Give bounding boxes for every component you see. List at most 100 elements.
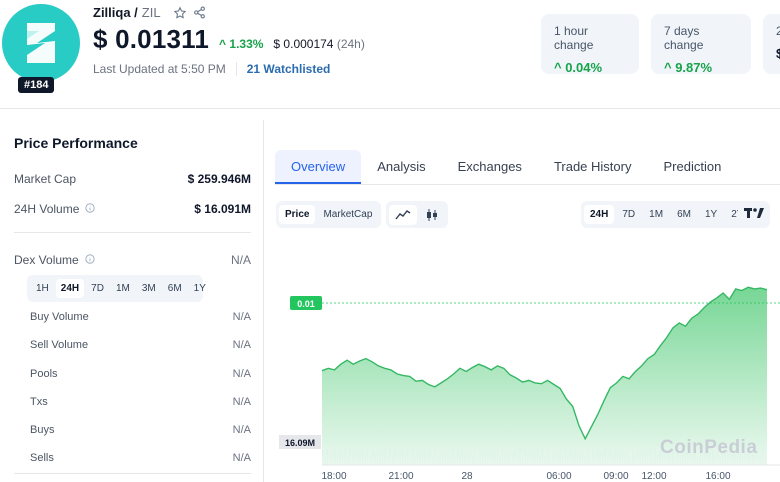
period-24h[interactable]: 24H	[55, 279, 85, 298]
rank-badge: #184	[18, 77, 55, 93]
mode-price[interactable]: Price	[279, 205, 316, 224]
last-updated: Last Updated at 5:50 PM	[93, 62, 226, 76]
row-value: N/A	[232, 396, 251, 408]
share-icon[interactable]	[193, 6, 206, 19]
sells-row: Sells N/A	[30, 452, 251, 464]
row-label: Buys	[30, 424, 55, 436]
dex-volume-label: Dex Volume	[14, 253, 79, 267]
price-performance-panel: Price Performance Market Cap $ 259.946M …	[0, 109, 263, 482]
period-1h[interactable]: 1H	[31, 279, 54, 298]
btc-price-period: (24h)	[336, 37, 365, 51]
pools-row: Pools N/A	[30, 368, 251, 380]
btc-price: $ 0.000174 (24h)	[273, 37, 364, 51]
chart-mode-toggle: Price MarketCap	[276, 201, 382, 228]
range-24h[interactable]: 24H	[584, 205, 615, 224]
price-performance-title: Price Performance	[14, 135, 138, 151]
x-tick-label: 09:00	[603, 471, 628, 482]
row-label: Sell Volume	[30, 339, 89, 351]
info-icon[interactable]	[85, 202, 95, 216]
buy-volume-row: Buy Volume N/A	[30, 311, 251, 323]
zilliqa-logo-icon	[2, 4, 80, 82]
range-6m[interactable]: 6M	[671, 205, 697, 224]
change-card-value: ^ 9.87%	[664, 60, 713, 75]
line-chart-icon[interactable]	[389, 204, 417, 225]
row-label: Sells	[30, 452, 54, 464]
update-info: Last Updated at 5:50 PM 21 Watchlisted	[93, 62, 330, 76]
change-card-value: $	[776, 46, 780, 61]
candlestick-icon[interactable]	[419, 204, 445, 226]
tradingview-button[interactable]	[738, 201, 770, 228]
row-label: Buy Volume	[30, 311, 89, 323]
info-icon[interactable]	[85, 253, 95, 267]
dex-period-selector: 1H 24H 7D 1M 3M 6M 1Y	[27, 275, 206, 302]
coin-tabs: Overview Analysis Exchanges Trade Histor…	[275, 150, 780, 185]
star-icon[interactable]	[173, 6, 187, 20]
watchlisted-count[interactable]: 21 Watchlisted	[247, 62, 331, 76]
row-value: N/A	[232, 368, 251, 380]
panel-divider	[263, 120, 264, 482]
volume-24h-row: 24H Volume $ 16.091M	[14, 202, 251, 216]
mode-marketcap[interactable]: MarketCap	[317, 205, 378, 224]
current-price: $ 0.01311	[93, 24, 210, 54]
sell-volume-row: Sell Volume N/A	[30, 339, 251, 351]
dex-volume-label-wrap: Dex Volume	[14, 253, 95, 267]
x-tick-label: 06:00	[546, 471, 571, 482]
row-label: Pools	[30, 368, 58, 380]
volume-tag-label: 16.09M	[285, 438, 315, 448]
tab-analysis[interactable]: Analysis	[361, 150, 441, 184]
change-card-value: ^ 0.04%	[554, 60, 603, 75]
divider	[14, 473, 251, 474]
btc-price-value: $ 0.000174	[273, 37, 334, 51]
volume-24h-value: $ 16.091M	[194, 202, 251, 216]
dex-volume-row: Dex Volume N/A	[14, 253, 251, 267]
period-7d[interactable]: 7D	[86, 279, 109, 298]
period-3m[interactable]: 3M	[137, 279, 161, 298]
period-1m[interactable]: 1M	[111, 279, 135, 298]
x-tick-label: 16:00	[705, 471, 730, 482]
coinpedia-watermark: CoinPedia	[660, 437, 758, 458]
dex-volume-value: N/A	[230, 253, 251, 267]
chart-range-toggle: 24H 7D 1M 6M 1Y 2Y	[581, 201, 753, 228]
row-value: N/A	[232, 452, 251, 464]
change-card-label: 2	[776, 24, 780, 38]
period-1y[interactable]: 1Y	[189, 279, 211, 298]
coin-symbol: ZIL	[141, 5, 161, 20]
range-1y[interactable]: 1Y	[699, 205, 723, 224]
coin-name: Zilliqa /	[93, 5, 138, 20]
range-1m[interactable]: 1M	[643, 205, 669, 224]
row-value: N/A	[232, 311, 251, 323]
row-label: Txs	[30, 396, 48, 408]
market-cap-label: Market Cap	[14, 172, 77, 186]
price-row: $ 0.01311 ^ 1.33% $ 0.000174 (24h)	[93, 24, 365, 55]
row-value: N/A	[232, 424, 251, 436]
tab-prediction[interactable]: Prediction	[647, 150, 737, 184]
range-7d[interactable]: 7D	[616, 205, 641, 224]
period-6m[interactable]: 6M	[163, 279, 187, 298]
market-cap-row: Market Cap $ 259.946M	[14, 172, 251, 186]
coin-title: Zilliqa / ZIL	[93, 5, 206, 20]
separator	[235, 62, 237, 76]
chart-type-toggle	[386, 201, 448, 228]
coin-logo	[2, 4, 82, 84]
row-value: N/A	[232, 339, 251, 351]
price-tag-label: 0.01	[297, 299, 315, 309]
volume-24h-label: 24H Volume	[14, 202, 80, 216]
change-card-label: 7 days change	[664, 24, 704, 52]
change-card-7d: 7 days change ^ 9.87%	[651, 14, 751, 75]
tab-overview[interactable]: Overview	[275, 150, 362, 184]
tradingview-icon	[744, 206, 764, 224]
tab-trade-history[interactable]: Trade History	[538, 150, 648, 184]
change-card-1h: 1 hour change ^ 0.04%	[541, 14, 639, 75]
x-axis-ticks: 18:00 21:00 28 06:00 09:00 12:00 16:00	[321, 471, 730, 482]
txs-row: Txs N/A	[30, 396, 251, 408]
change-card-partial: 2 $	[763, 14, 780, 74]
tab-exchanges[interactable]: Exchanges	[442, 150, 538, 184]
buys-row: Buys N/A	[30, 424, 251, 436]
x-tick-label: 12:00	[641, 471, 666, 482]
change-card-label: 1 hour change	[554, 24, 594, 52]
volume-24h-label-wrap: 24H Volume	[14, 202, 95, 216]
divider	[14, 232, 251, 233]
x-tick-label: 21:00	[388, 471, 413, 482]
price-change-24h: ^ 1.33%	[219, 37, 264, 51]
market-cap-value: $ 259.946M	[187, 172, 251, 186]
